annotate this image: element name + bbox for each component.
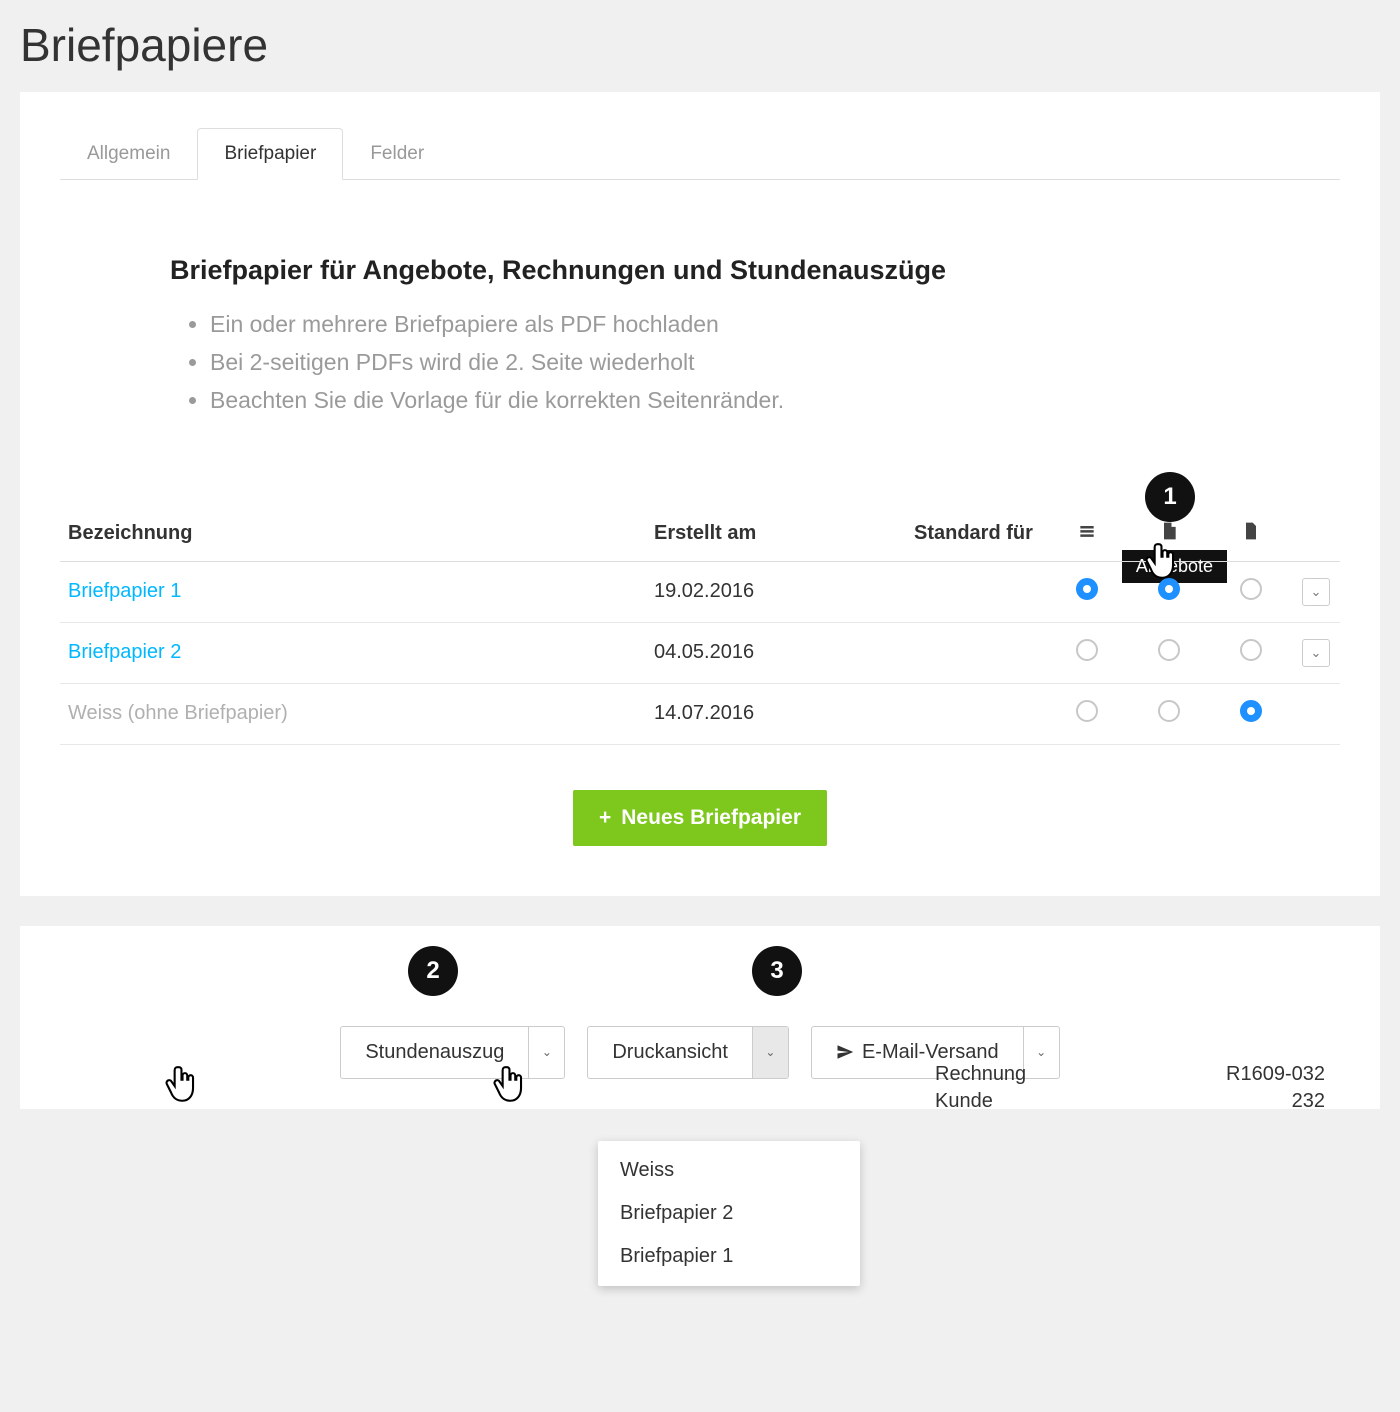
tab-felder[interactable]: Felder: [343, 128, 451, 180]
col-standard: Standard für: [906, 507, 1046, 562]
dropdown-item[interactable]: Briefpapier 1: [598, 1235, 860, 1278]
dropdown-item[interactable]: Weiss: [598, 1149, 860, 1192]
row-actions-toggle[interactable]: ⌄: [1302, 639, 1330, 667]
stundenauszug-button[interactable]: Stundenauszug ⌄: [340, 1026, 565, 1079]
radio-stack[interactable]: [1076, 700, 1098, 722]
radio-offer[interactable]: [1158, 700, 1180, 722]
row-name: Weiss (ohne Briefpapier): [68, 702, 288, 724]
page-title: Briefpapiere: [0, 0, 1400, 92]
new-briefpapier-button[interactable]: +Neues Briefpapier: [573, 790, 827, 846]
intro-bullet: Beachten Sie die Vorlage für die korrekt…: [210, 384, 1050, 416]
col-icon-offer: [1128, 507, 1210, 562]
stack-icon: [1077, 521, 1097, 541]
intro-bullet: Ein oder mehrere Briefpapiere als PDF ho…: [210, 308, 1050, 340]
button-label: Druckansicht: [588, 1027, 752, 1078]
info-key: Rechnung: [935, 1063, 1026, 1086]
druckansicht-button[interactable]: Druckansicht ⌄: [587, 1026, 789, 1079]
radio-file[interactable]: [1240, 639, 1262, 661]
row-created: 19.02.2016: [646, 561, 906, 622]
row-created: 04.05.2016: [646, 622, 906, 683]
briefpapier-table: Bezeichnung Erstellt am Standard für: [60, 507, 1340, 745]
table-row: Weiss (ohne Briefpapier) 14.07.2016: [60, 683, 1340, 744]
druckansicht-dropdown: Weiss Briefpapier 2 Briefpapier 1: [598, 1141, 860, 1286]
bottom-panel: 2 3 Stundenauszug ⌄ Druckansicht ⌄ E-Mai…: [20, 926, 1380, 1109]
dropdown-item[interactable]: Briefpapier 2: [598, 1192, 860, 1235]
tabs: Allgemein Briefpapier Felder: [60, 127, 1340, 180]
vorlage-link[interactable]: Vorlage: [390, 387, 468, 413]
row-created: 14.07.2016: [646, 683, 906, 744]
invoice-info: Rechnung R1609-032 Kunde 232: [935, 1063, 1325, 1117]
chevron-down-icon[interactable]: ⌄: [752, 1027, 788, 1078]
radio-offer[interactable]: [1158, 639, 1180, 661]
radio-file[interactable]: [1240, 578, 1262, 600]
radio-stack[interactable]: [1076, 639, 1098, 661]
chevron-down-icon[interactable]: ⌄: [528, 1027, 564, 1078]
intro-section: Briefpapier für Angebote, Rechnungen und…: [170, 255, 1050, 417]
radio-stack[interactable]: [1076, 578, 1098, 600]
button-label: Stundenauszug: [341, 1027, 528, 1078]
table-row: Briefpapier 2 04.05.2016 ⌄: [60, 622, 1340, 683]
intro-heading: Briefpapier für Angebote, Rechnungen und…: [170, 255, 1050, 286]
row-actions-toggle[interactable]: ⌄: [1302, 578, 1330, 606]
tab-allgemein[interactable]: Allgemein: [60, 128, 197, 180]
annotation-badge-2: 2: [408, 946, 458, 996]
row-name-link[interactable]: Briefpapier 2: [68, 641, 181, 663]
offer-icon: [1159, 521, 1179, 541]
col-icon-file: [1210, 507, 1292, 562]
cursor-annotation: [164, 1064, 200, 1106]
annotation-badge-3: 3: [752, 946, 802, 996]
col-erstellt: Erstellt am: [646, 507, 906, 562]
info-value: R1609-032: [1226, 1063, 1325, 1086]
radio-offer[interactable]: [1158, 578, 1180, 600]
table-row: Briefpapier 1 19.02.2016 ⌄: [60, 561, 1340, 622]
paper-plane-icon: [836, 1043, 854, 1061]
col-icon-stack: [1046, 507, 1128, 562]
intro-bullet: Bei 2-seitigen PDFs wird die 2. Seite wi…: [210, 346, 1050, 378]
info-key: Kunde: [935, 1090, 993, 1113]
plus-icon: +: [599, 806, 611, 829]
row-name-link[interactable]: Briefpapier 1: [68, 580, 181, 602]
tab-briefpapier[interactable]: Briefpapier: [197, 128, 343, 180]
briefpapier-card: Allgemein Briefpapier Felder Briefpapier…: [20, 92, 1380, 896]
file-icon: [1241, 521, 1261, 541]
radio-file[interactable]: [1240, 700, 1262, 722]
col-bezeichnung: Bezeichnung: [60, 507, 646, 562]
info-value: 232: [1292, 1090, 1325, 1113]
